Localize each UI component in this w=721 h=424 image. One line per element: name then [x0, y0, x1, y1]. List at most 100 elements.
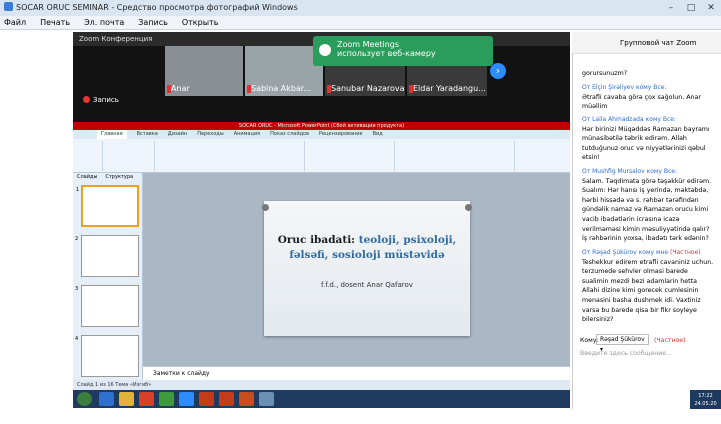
message-text: Ətrafli cavaba görə çox sağolun. Anar mü…	[582, 93, 701, 111]
start-icon[interactable]	[77, 392, 92, 406]
thumb-number: 1	[76, 187, 80, 193]
slides-panel: Слайды Структура 1 2 3 4	[73, 173, 143, 380]
ppt-statusbar: Слайд 1 из 16 Тема «Изгиб»	[73, 380, 570, 390]
ie-icon[interactable]	[99, 392, 114, 406]
sender-name[interactable]: Laila Ahmadzada	[592, 116, 644, 123]
menu-item-burn[interactable]: Запись	[138, 16, 168, 29]
slide-thumbnail[interactable]: 3	[75, 285, 139, 327]
slide-thumbnail[interactable]: 1	[76, 185, 139, 227]
font-group[interactable]	[155, 141, 305, 171]
private-label: (Частное)	[670, 249, 701, 256]
recipient-dropdown[interactable]: Rəşad Şükürov ▾	[596, 334, 649, 353]
pin-icon	[262, 204, 269, 211]
message-text: Teshekkur edirem etrafli cavaniniz uchun…	[582, 258, 714, 324]
tab-view[interactable]: Вид	[373, 130, 383, 139]
drawing-group[interactable]	[395, 141, 515, 171]
tab-slideshow[interactable]: Показ слайдов	[270, 130, 309, 139]
ppt-task-icon[interactable]	[239, 392, 254, 406]
chat-message: От Rəşad Şükürov кому мне (Частное) Tesh…	[582, 248, 716, 325]
editing-group[interactable]	[515, 141, 570, 171]
webcam-notification[interactable]: Zoom Meetings использует веб-камеру	[313, 36, 493, 66]
message-text: gorursunuzm?	[582, 70, 628, 77]
tab-slides[interactable]: Слайды	[77, 174, 97, 180]
tab-home[interactable]: Главная	[97, 130, 127, 139]
ribbon	[73, 139, 570, 173]
menu-item-open[interactable]: Открыть	[182, 16, 219, 29]
photo-viewer-icon	[4, 2, 13, 11]
tab-animation[interactable]: Анимация	[234, 130, 260, 139]
chat-message: От Mushfig Mursalov кому Все: Salam. Təq…	[582, 167, 716, 244]
close-button[interactable]: ✕	[701, 0, 721, 16]
notification-title: Zoom Meetings	[337, 40, 400, 49]
recipient-name: Все	[662, 116, 674, 123]
pin-icon	[465, 204, 472, 211]
message-text: Hər birinizi Müqəddəs Ramazan bayramı mü…	[582, 125, 710, 162]
viewer-bottom-bar	[0, 409, 721, 424]
zoom-icon[interactable]	[179, 392, 194, 406]
notification-text: использует веб-камеру	[337, 49, 436, 58]
window-title: SOCAR ORUC SEMINAR - Средство просмотра …	[16, 3, 298, 12]
camera-icon	[319, 44, 331, 56]
slide-thumbnail[interactable]: 4	[75, 335, 139, 377]
slides-group[interactable]	[103, 141, 155, 171]
title-part: Oruc ibadati:	[277, 234, 359, 246]
ppt-titlebar: SOCAR ORUC - Microsoft PowerPoint (Сбой …	[73, 122, 570, 130]
thumb-number: 2	[75, 236, 79, 242]
recording-label: Запись	[93, 96, 119, 104]
minimize-button[interactable]: –	[661, 0, 681, 16]
message-text: Salam. Təqdimata görə təşəkkür edirəm. S…	[582, 177, 712, 243]
sender-name[interactable]: Rəşad Şükürov	[592, 249, 637, 256]
next-page-button[interactable]: ›	[490, 63, 506, 79]
ribbon-tabs: Главная Вставка Дизайн Переходы Анимация…	[73, 130, 570, 139]
record-icon	[83, 96, 90, 103]
window-titlebar: SOCAR ORUC SEMINAR - Средство просмотра …	[0, 0, 721, 16]
menu-item-print[interactable]: Печать	[40, 16, 70, 29]
chat-message: От Elçin Şirəliyev кому Все: Ətrafli cav…	[582, 83, 716, 112]
participant-name: Sabina Akbar...	[251, 84, 312, 93]
powerpoint-icon[interactable]	[199, 392, 214, 406]
notes-pane[interactable]: Заметки к слайду	[143, 366, 570, 380]
menu-bar: Файл Печать Эл. почта Запись Открыть	[0, 16, 721, 30]
window-controls: – □ ✕	[661, 0, 721, 16]
photo-icon[interactable]	[259, 392, 274, 406]
menu-item-email[interactable]: Эл. почта	[84, 16, 124, 29]
recording-indicator[interactable]: Запись	[83, 96, 119, 104]
taskbar	[73, 390, 570, 408]
slide-thumbnail[interactable]: 2	[75, 235, 139, 277]
menu-item-file[interactable]: Файл	[4, 16, 26, 29]
recipient-name: мне	[655, 249, 669, 256]
tab-design[interactable]: Дизайн	[168, 130, 187, 139]
taskbar-clock[interactable]: 17:22 24.05.20	[690, 390, 721, 409]
chat-message: От Laila Ahmadzada кому Все: Hər biriniz…	[582, 115, 716, 163]
chrome-icon[interactable]	[159, 392, 174, 406]
private-indicator: (Частное)	[654, 337, 686, 344]
clipboard-group[interactable]	[73, 141, 103, 171]
opera-icon[interactable]	[219, 392, 234, 406]
chat-message: gorursunuzm?	[582, 69, 716, 79]
slide-title: Oruc ibadati: teoloji, psixoloji, fəlsəf…	[264, 233, 470, 263]
chat-input[interactable]: Введите здесь сообщение...	[580, 350, 672, 357]
paragraph-group[interactable]	[305, 141, 395, 171]
video-tile[interactable]: Anar	[165, 46, 243, 96]
sender-name[interactable]: Elçin Şirəliyev	[592, 84, 634, 91]
explorer-icon[interactable]	[119, 392, 134, 406]
chat-header: Групповой чат Zoom	[572, 32, 721, 54]
thumb-number: 3	[75, 286, 79, 292]
slide-author: f.f.d., dosent Anar Qafarov	[321, 281, 413, 289]
participant-name: Anar	[171, 84, 190, 93]
participant-name: Sanubar Nazarova	[331, 84, 405, 93]
recipient-name: Все	[663, 168, 675, 175]
tab-insert[interactable]: Вставка	[137, 130, 158, 139]
video-tile[interactable]: Sabina Akbar...	[245, 46, 323, 96]
maximize-button[interactable]: □	[681, 0, 701, 16]
tab-review[interactable]: Рецензирование	[319, 130, 363, 139]
thumb-number: 4	[75, 336, 79, 342]
sender-name[interactable]: Mushfig Mursalov	[592, 168, 645, 175]
recipient-name: Все	[653, 84, 665, 91]
clock-time: 17:22	[698, 393, 713, 399]
participant-name: Eldar Yaradangu...	[413, 84, 486, 93]
tab-outline[interactable]: Структура	[105, 174, 133, 180]
tab-transitions[interactable]: Переходы	[197, 130, 224, 139]
current-slide[interactable]: Oruc ibadati: teoloji, psixoloji, fəlsəf…	[262, 201, 472, 336]
media-icon[interactable]	[139, 392, 154, 406]
